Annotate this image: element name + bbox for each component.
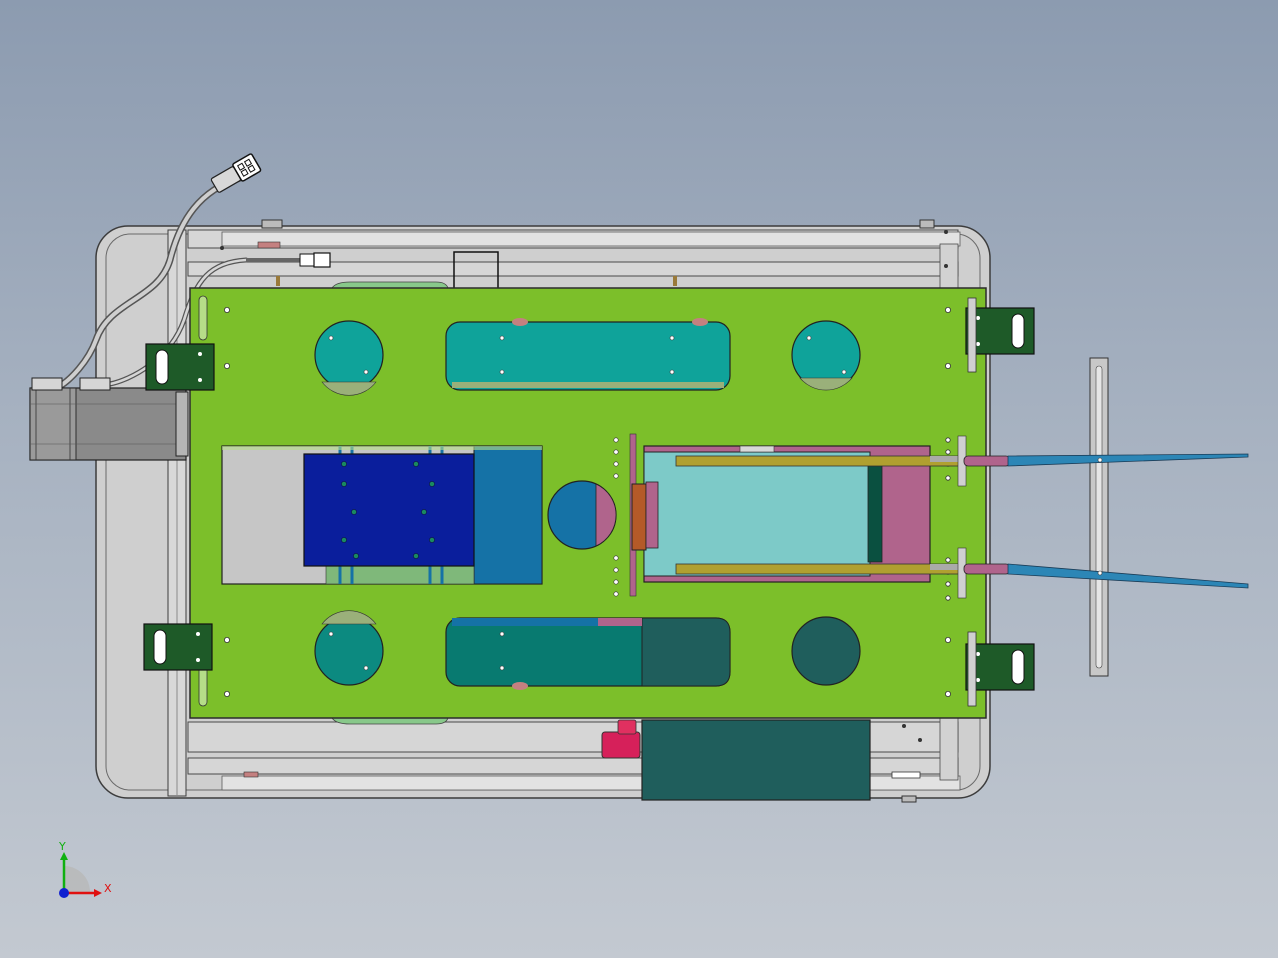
- vertical-guide-bar: [1089, 357, 1109, 677]
- lower-slot-cutout: [445, 617, 731, 690]
- left-lower-bracket: [143, 623, 213, 671]
- lower-left-round-cutout: [314, 610, 384, 686]
- cable-connector-small: [299, 252, 331, 268]
- right-lower-bracket: [965, 631, 1035, 707]
- center-round-part: [547, 480, 617, 550]
- coordinate-triad: X Y: [58, 840, 112, 898]
- y-axis-label: Y: [58, 840, 66, 853]
- z-axis-dot: [59, 888, 69, 898]
- cable-connector-top: [210, 153, 262, 193]
- x-axis-label: X: [104, 882, 112, 895]
- right-upper-bracket: [965, 297, 1035, 373]
- cartridge-assembly: [221, 445, 543, 585]
- upper-left-round-cutout: [314, 320, 384, 396]
- left-upper-bracket: [145, 343, 215, 391]
- upper-right-round-cutout: [791, 320, 861, 391]
- upper-slot-cutout: [445, 318, 731, 391]
- tray-assembly: [629, 433, 963, 597]
- cad-viewport[interactable]: X Y: [0, 0, 1278, 958]
- lower-right-round-cutout: [791, 616, 861, 686]
- bottom-cover: [641, 719, 871, 801]
